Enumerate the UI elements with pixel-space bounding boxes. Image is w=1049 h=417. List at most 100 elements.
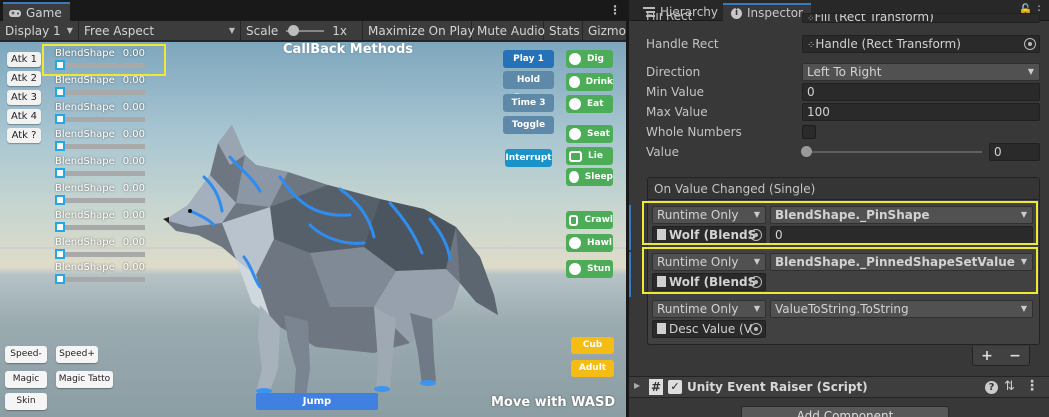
atk-random-button[interactable]: Atk ? [7, 128, 41, 143]
sleep-button[interactable]: Sleep [566, 168, 613, 186]
play-1-time-button[interactable]: Play 1 Time [503, 50, 554, 82]
skin-button[interactable]: Skin [5, 393, 47, 410]
jump-button[interactable]: Jump [256, 393, 378, 410]
more-options-icon[interactable]: ⋮ [609, 3, 621, 17]
runtime-mode-dropdown[interactable]: Runtime Only ▼ [652, 300, 766, 318]
min-value-field[interactable]: 0 [802, 83, 1040, 101]
lie-button[interactable]: Lie [566, 147, 613, 165]
speed-down-button[interactable]: Speed- [5, 346, 47, 363]
object-picker-icon[interactable] [1024, 38, 1036, 50]
blendshape-value: 0.00 [122, 210, 145, 221]
help-icon[interactable]: ? [985, 381, 998, 394]
slider-track[interactable] [57, 90, 145, 95]
slider-handle[interactable] [55, 274, 65, 284]
adult-button[interactable]: Adult [571, 360, 614, 377]
component-title: Unity Event Raiser (Script) [687, 380, 868, 394]
component-enabled-checkbox[interactable]: ✓ [668, 380, 682, 394]
blendshape-label: BlendShape [55, 262, 115, 273]
value-field[interactable]: 0 [989, 143, 1040, 161]
display-dropdown[interactable]: Display 1 ▼ [0, 20, 79, 41]
direction-dropdown[interactable]: Left To Right ▼ [802, 63, 1040, 81]
atk-4-button[interactable]: Atk 4 [7, 109, 41, 124]
blendshape-slider[interactable]: BlendShape 0.00 [55, 102, 145, 124]
slider-handle[interactable] [55, 141, 65, 151]
function-value: ValueToString.ToString [775, 302, 909, 316]
handle-rect-field[interactable]: ⁘Handle (Rect Transform) [802, 35, 1040, 53]
eat-button[interactable]: Eat [566, 95, 613, 113]
aspect-dropdown[interactable]: Free Aspect ▼ [79, 20, 241, 41]
blendshape-label: BlendShape [55, 102, 115, 113]
slider-handle[interactable] [55, 114, 65, 124]
slider-handle[interactable] [55, 195, 65, 205]
add-listener-button[interactable]: + [981, 348, 993, 364]
slider-handle[interactable] [55, 249, 65, 259]
scale-control[interactable]: Scale 1x [241, 20, 363, 41]
tab-game[interactable]: Game [3, 2, 70, 21]
slider-handle[interactable] [55, 87, 65, 97]
howl-icon [569, 237, 581, 249]
slider-track[interactable] [57, 277, 145, 282]
toggle-button[interactable]: Toggle [503, 116, 554, 134]
inspector-panel: Hierarchy i Inspector 🔓⋮ Fill Rect ⁘Fill… [629, 0, 1049, 417]
interrupt-button[interactable]: Interrupt [505, 149, 552, 167]
magic-button[interactable]: Magic [5, 371, 47, 388]
mute-audio-toggle[interactable]: Mute Audio [472, 20, 545, 41]
blendshape-slider[interactable]: BlendShape 0.00 [55, 75, 145, 97]
function-dropdown[interactable]: ValueToString.ToString ▼ [770, 300, 1033, 318]
scale-slider[interactable] [286, 24, 325, 37]
value-slider-knob[interactable] [801, 146, 812, 157]
slider-track[interactable] [57, 252, 145, 257]
value-slider-track[interactable] [806, 151, 982, 153]
blendshape-slider[interactable]: BlendShape 0.00 [55, 156, 145, 178]
magic-tatto-button[interactable]: Magic Tatto [56, 371, 113, 388]
blendshape-slider[interactable]: BlendShape 0.00 [55, 262, 145, 284]
slider-handle[interactable] [55, 222, 65, 232]
slider-track[interactable] [57, 117, 145, 122]
speed-up-button[interactable]: Speed+ [56, 346, 98, 363]
tab-inspector[interactable]: i Inspector [723, 3, 811, 21]
time-3-sec-button[interactable]: Time 3 sec [503, 94, 554, 126]
stats-toggle[interactable]: Stats [544, 20, 583, 41]
slider-handle[interactable] [55, 168, 65, 178]
slider-track[interactable] [57, 144, 145, 149]
whole-numbers-checkbox[interactable] [802, 125, 816, 139]
component-header[interactable]: ▶ # ✓ Unity Event Raiser (Script) ? ⇅ ⋮ [629, 376, 1049, 398]
scale-slider-knob[interactable] [288, 24, 300, 36]
hold-down-button[interactable]: Hold Down [503, 71, 554, 103]
component-menu-icon[interactable]: ⋮ [1025, 378, 1039, 394]
max-value-field[interactable]: 100 [802, 103, 1040, 121]
blendshape-value: 0.00 [122, 237, 145, 248]
blendshape-slider[interactable]: BlendShape 0.00 [55, 210, 145, 232]
slider-track[interactable] [57, 171, 145, 176]
object-picker-icon[interactable] [750, 323, 762, 335]
fill-rect-value: Fill (Rect Transform) [814, 13, 934, 23]
seat-button[interactable]: Seat [566, 125, 613, 143]
atk-3-button[interactable]: Atk 3 [7, 90, 41, 105]
value-label: Value [646, 145, 679, 159]
atk-1-button[interactable]: Atk 1 [7, 52, 41, 67]
remove-listener-button[interactable]: − [1009, 348, 1021, 364]
blendshape-slider[interactable]: BlendShape 0.00 [55, 129, 145, 151]
presets-icon[interactable]: ⇅ [1004, 379, 1015, 394]
event-list-controls: + − [972, 346, 1030, 366]
crawl-button[interactable]: Crawl [566, 211, 613, 229]
stun-button[interactable]: Stun [566, 260, 613, 278]
atk-2-button[interactable]: Atk 2 [7, 71, 41, 86]
game-panel: Game ⋮ Display 1 ▼ Free Aspect ▼ Scale 1x … [0, 0, 626, 417]
blendshape-slider[interactable]: BlendShape 0.00 [55, 237, 145, 259]
fill-rect-field[interactable]: ⁘Fill (Rect Transform) [802, 13, 1040, 23]
cub-button[interactable]: Cub [571, 337, 614, 354]
slider-track[interactable] [57, 198, 145, 203]
add-component-button[interactable]: Add Component [741, 406, 949, 417]
drink-button[interactable]: Drink [566, 73, 613, 91]
gizmos-dropdown[interactable]: Gizmo [583, 21, 626, 41]
target-object-field[interactable]: Desc Value (V [652, 320, 766, 338]
hawl-button[interactable]: Hawl [566, 234, 613, 252]
blendshape-slider[interactable]: BlendShape 0.00 [55, 183, 145, 205]
dig-button[interactable]: Dig [566, 50, 613, 68]
aspect-dropdown-label: Free Aspect [84, 23, 155, 38]
slider-track[interactable] [57, 225, 145, 230]
foldout-arrow-icon[interactable]: ▶ [634, 381, 640, 390]
game-viewport[interactable]: CallBack Methods Atk 1 Atk 2 Atk 3 Atk 4… [0, 42, 626, 417]
maximize-on-play-toggle[interactable]: Maximize On Play [363, 20, 475, 41]
